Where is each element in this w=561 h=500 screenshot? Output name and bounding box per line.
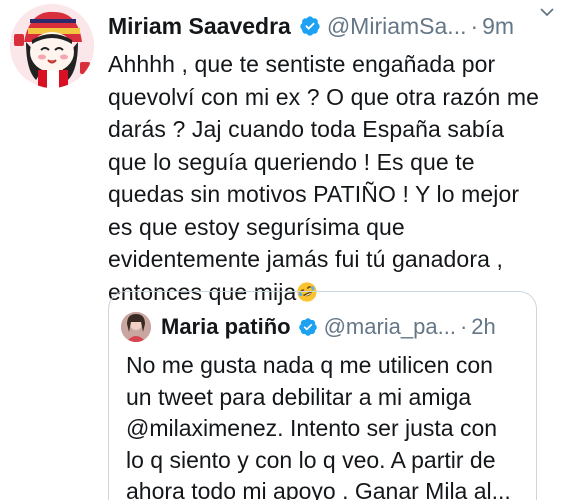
quoted-text-line: ahora todo mi apoyo . Ganar Mila al...	[126, 478, 511, 500]
author-handle[interactable]: @MiriamSa...	[327, 13, 467, 40]
separator: ·	[459, 314, 468, 339]
author-name[interactable]: Miriam Saavedra	[108, 13, 291, 40]
verified-badge-icon	[300, 16, 320, 36]
quoted-tweet-header: Maria patiño @maria_pa... · 2h	[121, 312, 531, 342]
tweet-text-line: que lo seguía queriendo ! Es que te	[108, 148, 475, 175]
separator: ·	[470, 12, 479, 39]
quoted-tweet[interactable]: Maria patiño @maria_pa... · 2h No me gus…	[108, 291, 537, 500]
tweet-text-line: darás ? Jaj cuando toda España sabía	[108, 116, 505, 142]
tweet-text-line: evidentemente jamás fui tú ganadora ,	[108, 246, 503, 272]
quoted-timestamp[interactable]: 2h	[471, 314, 495, 340]
quoted-avatar[interactable]	[121, 312, 151, 342]
tweet-text: Ahhhh , que te sentiste engañada por que…	[108, 48, 558, 308]
quoted-text-line: No me gusta nada q me utilicen con	[126, 352, 493, 378]
tweet-header: Miriam Saavedra @MiriamSa... · 9m	[108, 8, 558, 44]
chevron-down-icon[interactable]	[539, 4, 555, 20]
quoted-author-handle[interactable]: @maria_pa...	[324, 314, 456, 340]
avatar[interactable]	[10, 4, 94, 88]
timestamp[interactable]: 9m	[482, 13, 514, 40]
quoted-tweet-text: No me gusta nada q me utilicen con un tw…	[126, 350, 534, 500]
quoted-text-line: lo q siento y con lo q veo. A partir de	[126, 446, 496, 473]
verified-badge-icon	[298, 318, 317, 336]
tweet[interactable]: Miriam Saavedra @MiriamSa... · 9m Ahhhh …	[0, 0, 561, 500]
tweet-text-line: quevolví con mi ex ? O que otra razón me	[108, 83, 539, 110]
tweet-text-line: quedas sin motivos PATIÑO ! Y lo mejor	[108, 181, 520, 207]
quoted-text-line: @milaximenez. Intento ser justa con	[126, 415, 498, 441]
quoted-author-name[interactable]: Maria patiño	[161, 314, 291, 340]
tweet-text-line: Ahhhh , que te sentiste engañada por	[108, 51, 496, 77]
tweet-text-line: es que estoy segurísima que	[108, 213, 405, 240]
quoted-text-line: un tweet para debilitar a mi amiga	[126, 383, 472, 410]
